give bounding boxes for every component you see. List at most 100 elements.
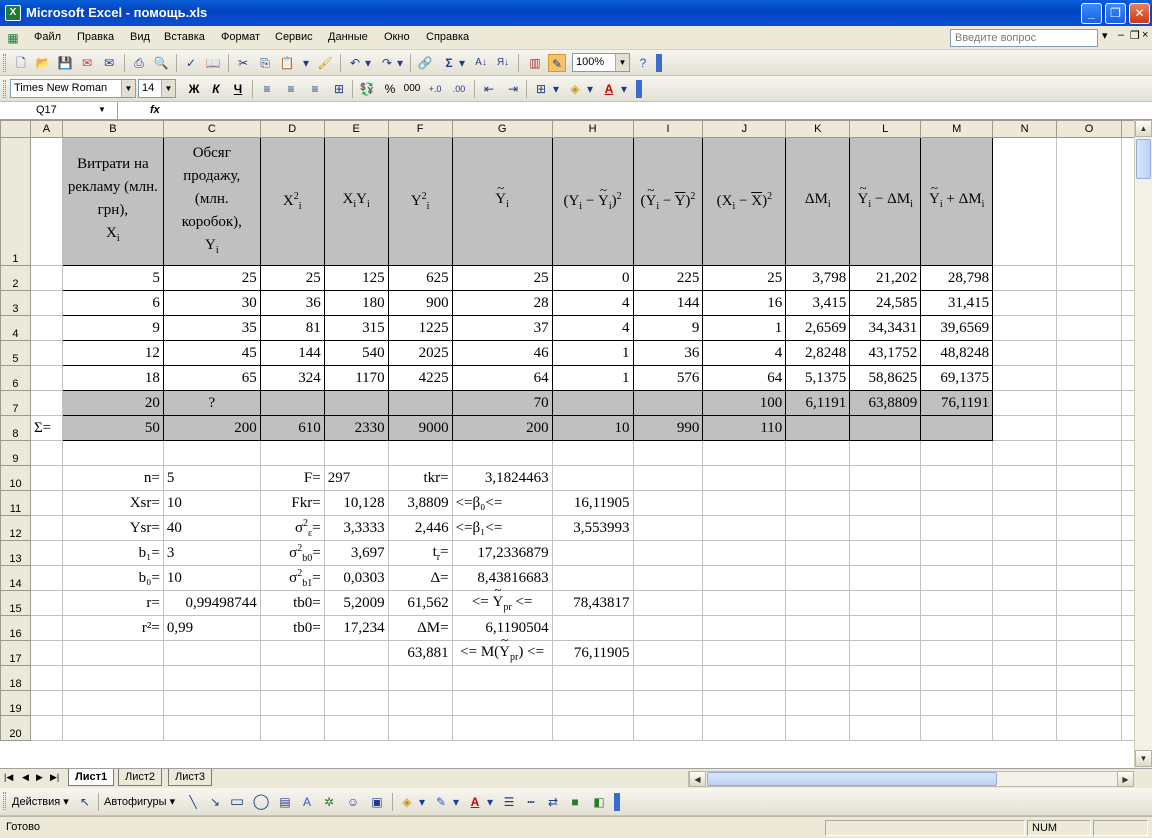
cell[interactable] [920, 615, 994, 641]
cell[interactable] [992, 490, 1058, 516]
cell[interactable] [1056, 315, 1122, 341]
cell[interactable]: 76,11905 [551, 640, 634, 666]
cell[interactable] [29, 137, 63, 266]
zoom-select[interactable]: 100% ▼ [572, 53, 630, 72]
cell[interactable]: Δ= [387, 565, 453, 591]
cell[interactable] [259, 715, 325, 741]
row-header[interactable]: 3 [0, 290, 31, 316]
cell[interactable] [162, 690, 261, 716]
scroll-left-icon[interactable]: ◀ [689, 771, 706, 787]
cell[interactable] [29, 365, 63, 391]
autoshapes-menu[interactable]: Автофигуры ▾ [104, 795, 175, 808]
borders-dropdown-icon[interactable]: ▾ [550, 80, 562, 98]
cell[interactable] [785, 590, 851, 616]
rectangle-icon[interactable]: ▭ [228, 793, 246, 811]
cell[interactable]: 297 [323, 465, 389, 491]
column-header[interactable]: G [451, 120, 553, 138]
cell[interactable]: 0 [551, 265, 634, 291]
print-icon[interactable]: ⎙ [130, 54, 148, 72]
cell[interactable] [451, 440, 553, 466]
column-header[interactable]: M [920, 120, 994, 138]
save-icon[interactable]: 💾 [56, 54, 74, 72]
drawing-icon[interactable]: ✎ [548, 54, 566, 72]
cell[interactable] [61, 665, 164, 691]
row-header[interactable]: 14 [0, 565, 31, 591]
font-name-select[interactable]: Times New Roman ▼ [10, 79, 136, 98]
cell[interactable] [785, 690, 851, 716]
line-style-icon[interactable]: ☰ [500, 793, 518, 811]
cell[interactable]: 144 [259, 340, 325, 366]
redo-dropdown-icon[interactable]: ▾ [394, 54, 406, 72]
menu-format[interactable]: Формат [221, 31, 260, 43]
cell[interactable] [1056, 665, 1122, 691]
cell[interactable]: 100 [702, 390, 787, 416]
cell[interactable]: 39,6569 [920, 315, 994, 341]
column-header[interactable]: K [785, 120, 851, 138]
cell[interactable] [702, 640, 787, 666]
row-header[interactable]: 2 [0, 265, 31, 291]
cell[interactable]: ΔM= [387, 615, 453, 641]
column-header[interactable]: C [162, 120, 261, 138]
cell[interactable] [632, 715, 704, 741]
cell[interactable] [849, 615, 922, 641]
cell[interactable]: 50 [61, 415, 164, 441]
cell[interactable]: 324 [259, 365, 325, 391]
cell[interactable] [61, 640, 164, 666]
cell[interactable]: 28 [451, 290, 553, 316]
cell[interactable]: tkr= [387, 465, 453, 491]
cell[interactable] [1056, 565, 1122, 591]
cell[interactable]: 63,8809 [849, 390, 922, 416]
cell[interactable]: 34,3431 [849, 315, 922, 341]
font-color-draw-icon[interactable]: A [466, 793, 484, 811]
column-header[interactable]: N [992, 120, 1058, 138]
cell[interactable]: 10 [162, 565, 261, 591]
cell[interactable] [785, 490, 851, 516]
cell[interactable] [323, 715, 389, 741]
hyperlink-icon[interactable]: 🔗 [416, 54, 434, 72]
cell[interactable] [29, 340, 63, 366]
cell[interactable] [702, 540, 787, 566]
cell[interactable]: F= [259, 465, 325, 491]
cell[interactable]: 37 [451, 315, 553, 341]
fill-dropdown-icon[interactable]: ▾ [584, 80, 596, 98]
cell[interactable] [920, 690, 994, 716]
cell-header-x-squared[interactable]: X2i [259, 137, 325, 266]
column-header[interactable]: B [61, 120, 164, 138]
cell[interactable] [162, 440, 261, 466]
autosum-dropdown-icon[interactable]: ▾ [456, 54, 468, 72]
cell[interactable]: 25 [702, 265, 787, 291]
cell[interactable]: σ2ε= [259, 515, 325, 541]
cell[interactable] [992, 665, 1058, 691]
cell[interactable] [1056, 490, 1122, 516]
cell[interactable] [1056, 290, 1122, 316]
row-header[interactable]: 6 [0, 365, 31, 391]
cell[interactable] [920, 715, 994, 741]
underline-button[interactable]: Ч [228, 80, 248, 98]
cell[interactable] [992, 340, 1058, 366]
vertical-scrollbar[interactable]: ▲ ▼ [1134, 120, 1152, 768]
menu-help[interactable]: Справка [426, 31, 469, 43]
cell[interactable] [29, 690, 63, 716]
cell[interactable]: tb0= [259, 615, 325, 641]
sort-descending-icon[interactable]: Я↓ [494, 54, 512, 72]
cell[interactable]: 610 [259, 415, 325, 441]
cell[interactable] [785, 515, 851, 541]
fill-color-icon[interactable]: ◈ [566, 80, 584, 98]
fill-color-draw-dropdown-icon[interactable]: ▾ [416, 793, 428, 811]
cell[interactable]: 35 [162, 315, 261, 341]
cell[interactable] [29, 465, 63, 491]
menu-data[interactable]: Данные [328, 31, 368, 43]
column-header[interactable]: A [29, 120, 63, 138]
cell[interactable] [387, 690, 453, 716]
cell[interactable]: 315 [323, 315, 389, 341]
cell[interactable] [551, 390, 634, 416]
cell[interactable]: 2,8248 [785, 340, 851, 366]
draw-actions-menu[interactable]: Действия ▾ [12, 795, 69, 808]
cell[interactable]: 58,8625 [849, 365, 922, 391]
oval-icon[interactable]: ◯ [252, 793, 270, 811]
copy-icon[interactable]: ⎘ [256, 54, 274, 72]
scroll-up-icon[interactable]: ▲ [1135, 120, 1152, 137]
row-header[interactable]: 16 [0, 615, 31, 641]
cell[interactable]: r²= [61, 615, 164, 641]
cell-header-y-hat[interactable]: Yi [451, 137, 553, 266]
